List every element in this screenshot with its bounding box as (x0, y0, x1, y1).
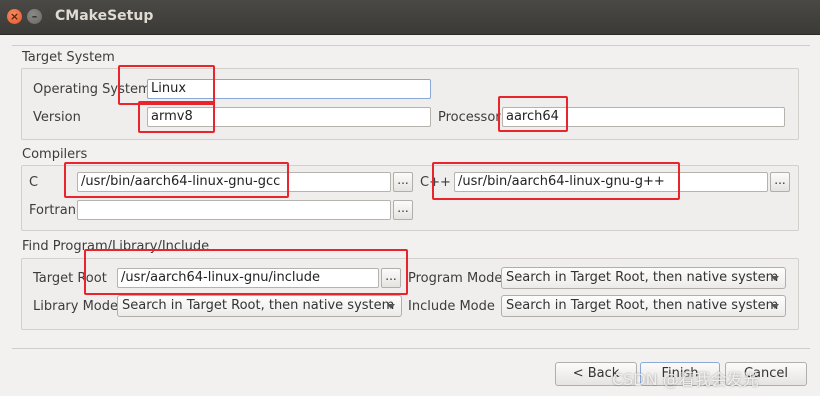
include-mode-label: Include Mode (408, 299, 495, 314)
title-bar: × – CMakeSetup (0, 0, 820, 35)
program-mode-select[interactable]: Search in Target Root, then native syste… (501, 267, 786, 289)
version-label: Version (33, 110, 81, 125)
highlight-box-target-root (84, 249, 408, 295)
highlight-box-cxx-compiler (432, 162, 680, 200)
close-window-button[interactable]: × (7, 9, 22, 24)
chevron-down-icon (771, 276, 779, 281)
chevron-down-icon (387, 304, 395, 309)
program-mode-label: Program Mode (408, 271, 503, 286)
fortran-compiler-input[interactable] (77, 200, 391, 220)
cxx-compiler-browse-button[interactable]: ... (770, 172, 790, 192)
include-mode-value: Search in Target Root, then native syste… (506, 298, 779, 313)
highlight-box-version (138, 101, 215, 133)
fortran-compiler-browse-button[interactable]: ... (393, 200, 413, 220)
highlight-box-c-compiler (64, 162, 289, 198)
library-mode-value: Search in Target Root, then native syste… (122, 298, 395, 313)
highlight-box-os (118, 65, 215, 105)
compilers-title: Compilers (22, 147, 88, 162)
program-mode-value: Search in Target Root, then native syste… (506, 270, 779, 285)
chevron-down-icon (771, 304, 779, 309)
fortran-compiler-label: Fortran (29, 203, 76, 218)
c-compiler-label: C (29, 175, 39, 190)
highlight-box-processor (498, 96, 568, 132)
include-mode-select[interactable]: Search in Target Root, then native syste… (501, 295, 786, 317)
library-mode-label: Library Mode (33, 299, 119, 314)
processor-label: Processor (438, 110, 501, 125)
watermark: CSDN @看我会发光 (612, 370, 759, 389)
target-system-title: Target System (22, 50, 115, 65)
library-mode-select[interactable]: Search in Target Root, then native syste… (117, 295, 402, 317)
button-separator (12, 348, 810, 349)
minimize-window-button[interactable]: – (27, 9, 42, 24)
dialog-divider (12, 45, 810, 46)
c-compiler-browse-button[interactable]: ... (393, 172, 413, 192)
window-title: CMakeSetup (55, 8, 154, 24)
